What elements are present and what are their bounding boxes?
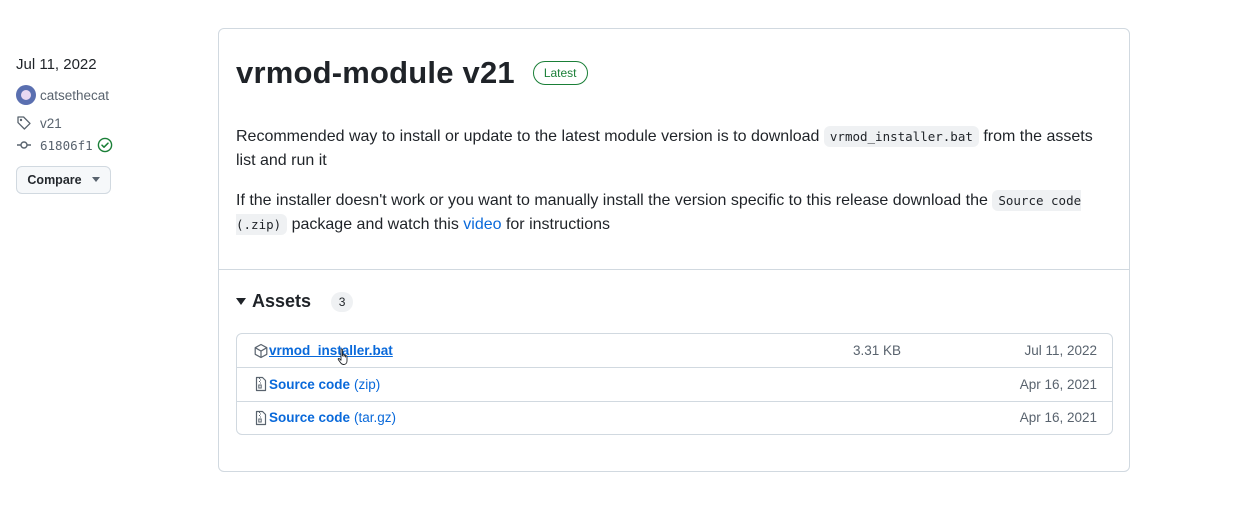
notes-text: package and watch this [287,216,464,233]
assets-toggle[interactable]: Assets 3 [236,291,354,312]
tag-link[interactable]: v21 [16,114,196,132]
installer-code: vrmod_installer.bat [823,126,979,147]
release-notes: Recommended way to install or update to … [236,125,1111,253]
compare-button[interactable]: Compare [16,166,111,194]
asset-link-installer[interactable]: vrmod_installer.bat [269,343,393,358]
asset-link-source-targz[interactable]: Source code [269,410,350,425]
release-header: vrmod-module v21 Latest [236,53,588,93]
video-link[interactable]: video [463,216,501,233]
notes-text: If the installer doesn't work or you wan… [236,192,993,209]
release-card: vrmod-module v21 Latest Recommended way … [218,28,1130,472]
asset-format[interactable]: (tar.gz) [354,410,396,425]
asset-row: Source code (tar.gz) Apr 16, 2021 [237,400,1112,434]
asset-date: Apr 16, 2021 [1019,410,1097,426]
file-zip-icon [253,410,269,426]
avatar[interactable] [16,85,36,105]
assets-list: vrmod_installer.bat 3.31 KB Jul 11, 2022… [236,333,1113,435]
release-title[interactable]: vrmod-module v21 [236,53,515,93]
notes-text: for instructions [501,216,610,233]
verified-check-icon[interactable] [97,137,113,153]
assets-title: Assets [252,291,312,311]
notes-paragraph-2: If the installer doesn't work or you wan… [236,189,1111,237]
latest-badge: Latest [532,61,588,85]
asset-link-source-zip[interactable]: Source code [269,377,350,392]
commit-sha[interactable]: 61806f1 [40,138,93,153]
compare-label: Compare [27,173,82,187]
asset-row: vrmod_installer.bat 3.31 KB Jul 11, 2022 [237,334,1112,367]
package-icon [253,343,269,359]
release-sidebar: Jul 11, 2022 catsethecat v21 61806f1 Com… [16,54,196,194]
caret-down-icon [91,177,100,183]
file-zip-icon [253,376,269,392]
asset-row: Source code (zip) Apr 16, 2021 [237,367,1112,400]
asset-size: 3.31 KB [853,343,902,359]
commit-icon [16,137,34,153]
commit-link[interactable]: 61806f1 [16,136,196,154]
assets-count: 3 [331,291,354,312]
tag-name[interactable]: v21 [40,116,62,131]
asset-format[interactable]: (zip) [354,377,380,392]
tag-icon [16,115,34,131]
triangle-down-icon [236,297,246,306]
author-link[interactable]: catsethecat [16,84,196,106]
release-date: Jul 11, 2022 [16,56,97,73]
notes-paragraph-1: Recommended way to install or update to … [236,125,1111,173]
asset-date: Apr 16, 2021 [1019,376,1097,392]
divider [219,269,1129,270]
notes-text: Recommended way to install or update to … [236,128,824,145]
author-name[interactable]: catsethecat [40,88,109,103]
asset-date: Jul 11, 2022 [1024,343,1097,359]
